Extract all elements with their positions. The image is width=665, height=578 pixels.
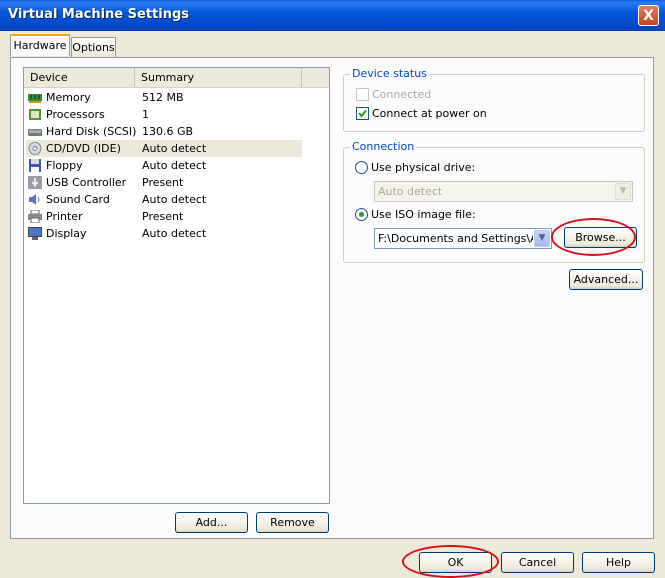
physical-drive-value: Auto detect xyxy=(378,185,443,198)
connect-at-power-on-checkbox[interactable] xyxy=(356,107,369,120)
chevron-down-icon[interactable]: ▼ xyxy=(534,230,550,247)
tab-options[interactable]: Options xyxy=(71,37,116,57)
device-name: Floppy xyxy=(46,159,83,172)
iso-image-label: Use ISO image file: xyxy=(371,208,476,221)
sound-card-icon xyxy=(28,193,42,206)
iso-path-combo[interactable]: F:\Documents and Settings\Adr ▼ xyxy=(374,228,552,249)
window-title: Virtual Machine Settings xyxy=(8,7,190,22)
remove-button[interactable]: Remove xyxy=(256,512,329,533)
device-row-floppy[interactable]: Floppy Auto detect xyxy=(26,157,302,174)
device-summary: Auto detect xyxy=(142,142,207,155)
device-row-processors[interactable]: Processors 1 xyxy=(26,106,302,123)
device-summary: Auto detect xyxy=(142,193,207,206)
memory-icon xyxy=(28,91,42,104)
processor-icon xyxy=(28,108,42,121)
connect-at-power-on-label: Connect at power on xyxy=(372,107,487,120)
device-row-sound-card[interactable]: Sound Card Auto detect xyxy=(26,191,302,208)
device-status-group: Device status Connected Connect at power… xyxy=(343,67,645,132)
device-summary: Auto detect xyxy=(142,159,207,172)
title-bar[interactable]: Virtual Machine Settings X xyxy=(0,0,665,31)
floppy-icon xyxy=(28,159,42,172)
hard-disk-icon xyxy=(28,125,42,138)
browse-button[interactable]: Browse... xyxy=(564,227,637,248)
iso-path-value: F:\Documents and Settings\Adr xyxy=(378,232,533,245)
add-button[interactable]: Add... xyxy=(175,512,248,533)
device-summary: 512 MB xyxy=(142,91,184,104)
chevron-down-icon: ▼ xyxy=(615,183,631,200)
cd-dvd-icon xyxy=(28,142,42,155)
device-status-legend: Device status xyxy=(350,67,429,80)
printer-icon xyxy=(28,209,42,224)
device-summary: Auto detect xyxy=(142,227,207,240)
device-list[interactable]: Device Summary Memory 512 MB Processors 1 Ha… xyxy=(23,67,330,504)
help-button[interactable]: Help xyxy=(582,552,655,573)
vm-settings-window: Virtual Machine Settings X Hardware Opti… xyxy=(0,0,665,578)
physical-drive-label: Use physical drive: xyxy=(371,161,476,174)
physical-drive-radio[interactable] xyxy=(355,161,368,174)
connected-label: Connected xyxy=(372,88,432,101)
display-icon xyxy=(28,227,42,240)
device-name: Processors xyxy=(46,108,105,121)
device-row-cd-dvd-ide[interactable]: CD/DVD (IDE) Auto detect xyxy=(26,140,302,157)
checkmark-icon xyxy=(358,109,367,118)
ok-button[interactable]: OK xyxy=(419,552,492,573)
device-row-printer[interactable]: Printer Present xyxy=(26,208,302,225)
device-summary: Present xyxy=(142,210,184,223)
device-name: Display xyxy=(46,227,87,240)
device-row-hard-disk-scsi[interactable]: Hard Disk (SCSI) 130.6 GB xyxy=(26,123,302,140)
hardware-panel: Device Summary Memory 512 MB Processors 1 Ha… xyxy=(10,57,654,539)
device-name: CD/DVD (IDE) xyxy=(46,142,121,155)
device-name: Printer xyxy=(46,210,83,223)
device-name: Sound Card xyxy=(46,193,110,206)
connection-legend: Connection xyxy=(350,140,417,153)
device-row-memory[interactable]: Memory 512 MB xyxy=(26,89,302,106)
device-row-display[interactable]: Display Auto detect xyxy=(26,225,302,242)
physical-drive-select[interactable]: Auto detect ▼ xyxy=(374,181,633,202)
device-name: USB Controller xyxy=(46,176,127,189)
device-list-header: Device Summary xyxy=(24,68,329,88)
connected-checkbox[interactable] xyxy=(356,88,369,101)
connection-group: Connection Use physical drive: Auto dete… xyxy=(343,140,645,263)
device-row-usb-controller[interactable]: USB Controller Present xyxy=(26,174,302,191)
column-device[interactable]: Device xyxy=(24,68,135,87)
device-summary: Present xyxy=(142,176,184,189)
device-summary: 130.6 GB xyxy=(142,125,194,138)
close-button[interactable]: X xyxy=(638,5,659,26)
device-name: Hard Disk (SCSI) xyxy=(46,125,137,138)
usb-icon xyxy=(28,176,42,189)
device-name: Memory xyxy=(46,91,91,104)
column-summary[interactable]: Summary xyxy=(135,68,302,87)
device-summary: 1 xyxy=(142,108,149,121)
close-icon: X xyxy=(643,8,654,24)
iso-image-radio[interactable] xyxy=(355,208,368,221)
advanced-button[interactable]: Advanced... xyxy=(569,269,643,290)
tab-hardware[interactable]: Hardware xyxy=(10,34,70,56)
cancel-button[interactable]: Cancel xyxy=(501,552,574,573)
